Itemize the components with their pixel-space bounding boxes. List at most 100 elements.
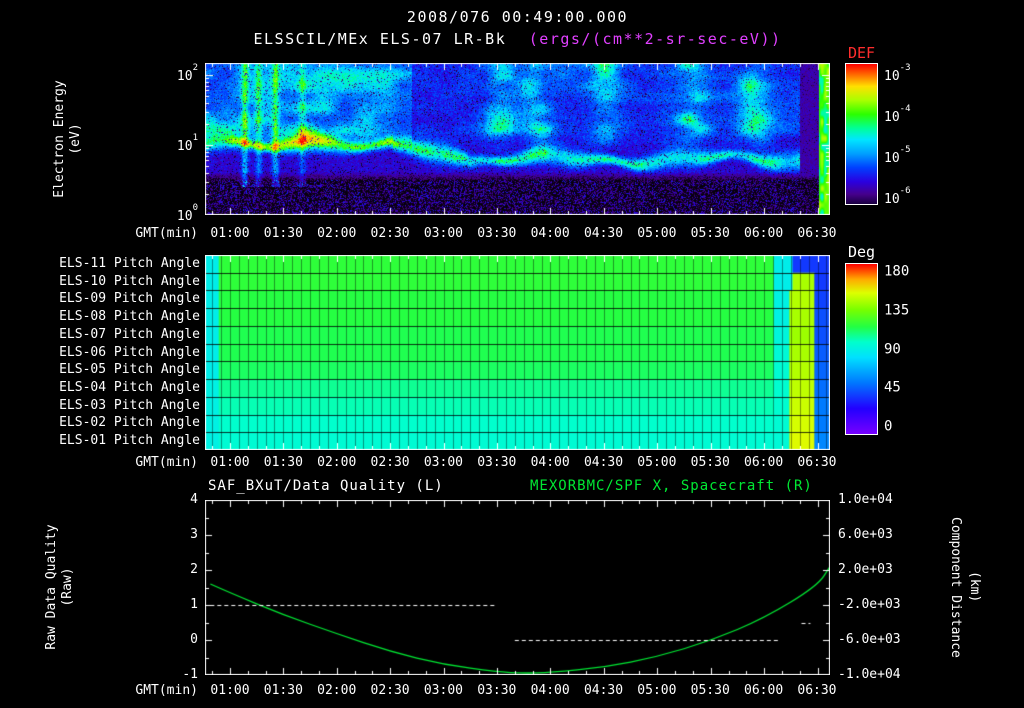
x-tick-label: 03:00 xyxy=(423,455,463,470)
energy-spectrogram-canvas xyxy=(205,63,830,215)
pitch-row-label: ELS-11 Pitch Angle xyxy=(59,256,200,271)
pitch-row-label: ELS-02 Pitch Angle xyxy=(59,415,200,430)
pitch-row-label: ELS-06 Pitch Angle xyxy=(59,345,200,360)
x-tick-label: 04:30 xyxy=(583,683,624,698)
panel3-right-tick: 6.0e+03 xyxy=(838,527,893,542)
colorbar1-label: DEF xyxy=(848,44,876,62)
x-tick-label: 05:00 xyxy=(637,455,677,470)
colorbar2-tick: 45 xyxy=(884,379,901,396)
x-tick-label: 04:30 xyxy=(583,226,624,241)
x-tick-label: 06:30 xyxy=(797,455,837,470)
panel1-x-axis-label: GMT(min) xyxy=(135,226,198,241)
panel3-right-tick: -6.0e+03 xyxy=(838,632,901,647)
panel3-left-tick: 4 xyxy=(190,492,198,507)
x-tick-label: 01:30 xyxy=(263,455,303,470)
x-tick-label: 03:00 xyxy=(423,226,463,241)
x-tick-label: 05:30 xyxy=(690,226,730,241)
x-tick-label: 01:00 xyxy=(210,455,250,470)
panel1-title-row: ELSSCIL/MEx ELS-07 LR-Bk (ergs/(cm**2-sr… xyxy=(205,30,830,48)
x-tick-label: 03:30 xyxy=(477,683,517,698)
panel1-title: ELSSCIL/MEx ELS-07 LR-Bk xyxy=(253,30,507,48)
colorbar2-tick: 135 xyxy=(884,302,910,319)
colorbar1-tick: 10-5 xyxy=(884,144,911,167)
x-tick-label: 02:30 xyxy=(370,683,410,698)
x-tick-label: 05:00 xyxy=(637,683,677,698)
panel3-right-axis-label: Component Distance (km) xyxy=(946,492,986,682)
x-tick-label: 01:00 xyxy=(210,226,250,241)
x-tick-label: 02:00 xyxy=(317,226,357,241)
x-tick-label: 05:30 xyxy=(690,683,730,698)
x-tick-label: 01:00 xyxy=(210,683,250,698)
panel3-left-tick: 3 xyxy=(190,527,198,542)
panel1-y-tick: 101 xyxy=(176,132,198,155)
x-tick-label: 06:00 xyxy=(744,226,784,241)
x-tick-label: 05:00 xyxy=(637,226,677,241)
x-tick-label: 04:00 xyxy=(530,455,570,470)
panel3-left-tick: 1 xyxy=(190,597,198,612)
x-tick-label: 03:00 xyxy=(423,683,463,698)
x-tick-label: 02:30 xyxy=(370,455,410,470)
panel3-right-axis-label-line1: Component Distance xyxy=(948,516,963,658)
colorbar1-tick: 10-6 xyxy=(884,185,911,208)
panel1-units: (ergs/(cm**2-sr-sec-eV)) xyxy=(528,30,782,48)
x-tick-label: 05:30 xyxy=(690,455,730,470)
x-tick-label: 02:00 xyxy=(317,455,357,470)
panel3-left-axis-label-line1: Raw Data Quality xyxy=(44,524,59,650)
els-quicklook-page: 2008/076 00:49:00.000 ELSSCIL/MEx ELS-07… xyxy=(0,0,1024,708)
colorbar2-tick: 0 xyxy=(884,418,893,435)
pitch-angle-canvas xyxy=(205,255,830,450)
colorbar2-label: Deg xyxy=(848,243,876,261)
panel3-right-tick: -1.0e+04 xyxy=(838,667,901,682)
colorbar1-tick: 10-4 xyxy=(884,103,911,126)
x-tick-label: 02:30 xyxy=(370,226,410,241)
def-colorbar xyxy=(845,63,878,205)
panel1-y-axis-label-line2: (eV) xyxy=(68,123,83,155)
x-tick-label: 03:30 xyxy=(477,226,517,241)
panel3-x-ticks: 01:00 01:30 02:00 02:30 03:00 03:30 04:0… xyxy=(208,683,839,699)
pitch-row-label: ELS-05 Pitch Angle xyxy=(59,362,200,377)
x-tick-label: 02:00 xyxy=(317,683,357,698)
x-tick-label: 04:30 xyxy=(583,455,624,470)
panel3-left-tick: 0 xyxy=(190,632,198,647)
x-tick-label: 01:30 xyxy=(263,683,303,698)
panel1-x-ticks: 01:00 01:30 02:00 02:30 03:00 03:30 04:0… xyxy=(208,226,839,242)
panel3-right-tick: 2.0e+03 xyxy=(838,562,893,577)
pitch-row-label: ELS-01 Pitch Angle xyxy=(59,433,200,448)
colorbar2-tick: 180 xyxy=(884,263,910,280)
pitch-row-label: ELS-04 Pitch Angle xyxy=(59,380,200,395)
colorbar2-tick: 90 xyxy=(884,341,901,358)
x-tick-label: 04:00 xyxy=(530,683,570,698)
panel1-y-axis-label-line1: Electron Energy xyxy=(52,80,67,198)
panel3-right-tick: 1.0e+04 xyxy=(838,492,893,507)
x-tick-label: 06:30 xyxy=(797,226,837,241)
pitch-row-label: ELS-03 Pitch Angle xyxy=(59,398,200,413)
panel3-x-axis-label: GMT(min) xyxy=(135,683,198,698)
x-tick-label: 01:30 xyxy=(263,226,303,241)
x-tick-label: 06:30 xyxy=(797,683,837,698)
panel2-x-axis-label: GMT(min) xyxy=(135,455,198,470)
panel3-left-tick: -1 xyxy=(182,667,198,682)
x-tick-label: 06:00 xyxy=(744,683,784,698)
quality-distance-canvas xyxy=(205,500,830,675)
pitch-row-label: ELS-08 Pitch Angle xyxy=(59,309,200,324)
panel3-right-tick: -2.0e+03 xyxy=(838,597,901,612)
panel3-left-title: SAF_BXuT/Data Quality (L) xyxy=(208,478,444,494)
pitch-row-label: ELS-10 Pitch Angle xyxy=(59,274,200,289)
panel3-left-axis-label-line2: (Raw) xyxy=(60,567,75,607)
panel3-left-axis-label: Raw Data Quality (Raw) xyxy=(43,487,77,687)
panel3-right-title: MEXORBMC/SPF X, Spacecraft (R) xyxy=(530,478,813,494)
panel1-y-axis-label: Electron Energy (eV) xyxy=(51,39,85,239)
panel3-right-axis-label-line2: (km) xyxy=(967,571,982,603)
x-tick-label: 03:30 xyxy=(477,455,517,470)
panel3-left-tick: 2 xyxy=(190,562,198,577)
panel1-y-tick: 100 xyxy=(176,202,198,225)
colorbar1-tick: 10-3 xyxy=(884,62,911,85)
panel1-y-tick: 102 xyxy=(176,62,198,85)
panel2-x-ticks: 01:00 01:30 02:00 02:30 03:00 03:30 04:0… xyxy=(208,455,839,471)
pitch-row-label: ELS-07 Pitch Angle xyxy=(59,327,200,342)
x-tick-label: 06:00 xyxy=(744,455,784,470)
x-tick-label: 04:00 xyxy=(530,226,570,241)
pitch-row-label: ELS-09 Pitch Angle xyxy=(59,291,200,306)
page-title: 2008/076 00:49:00.000 xyxy=(406,8,629,26)
deg-colorbar xyxy=(845,263,878,435)
